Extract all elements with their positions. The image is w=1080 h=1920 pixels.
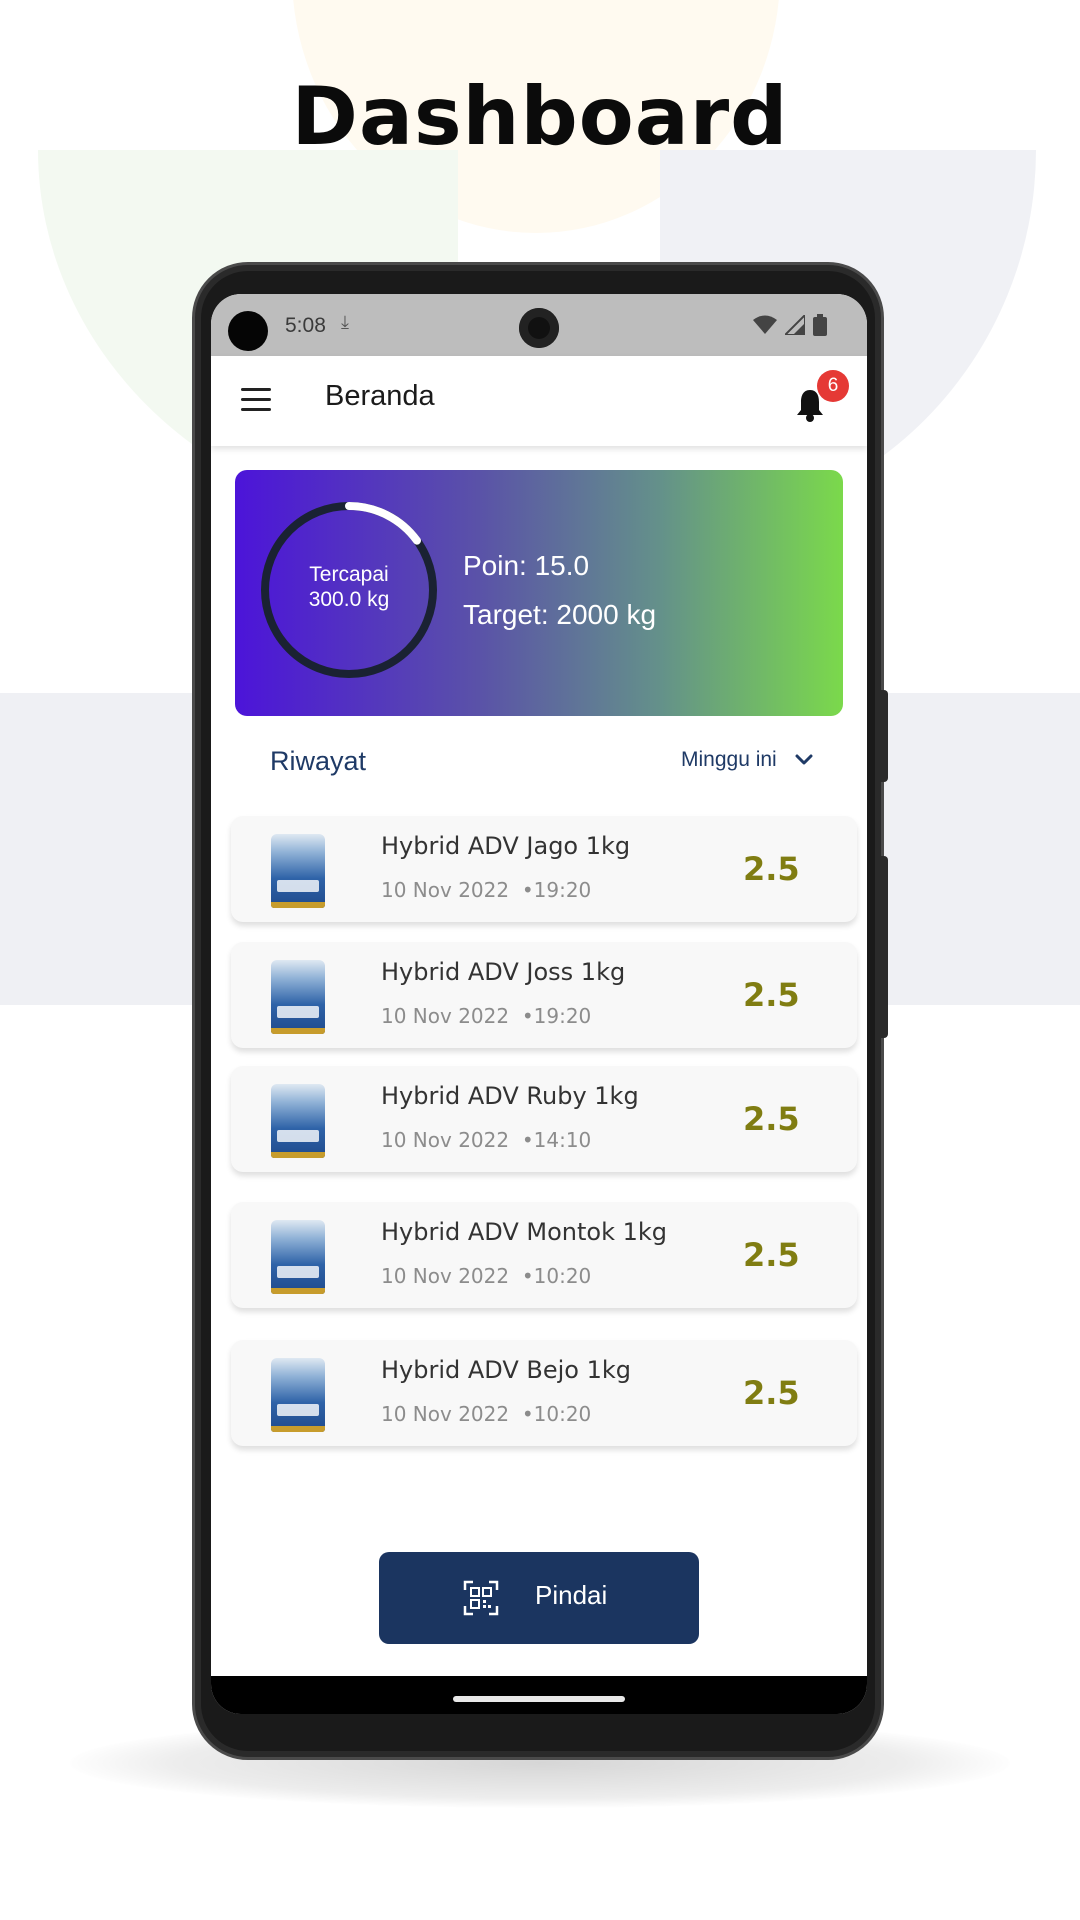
product-pack-image bbox=[271, 1220, 325, 1294]
product-date: 10 Nov 2022 bbox=[381, 1402, 510, 1426]
summary-card: Tercapai 300.0 kg Poin: 15.0 Target: 200… bbox=[235, 470, 843, 716]
product-time: 10:20 bbox=[533, 1402, 592, 1426]
chevron-down-icon bbox=[795, 754, 813, 765]
product-datetime: 10 Nov 2022 •19:20 bbox=[381, 878, 592, 902]
signal-icon bbox=[785, 315, 805, 335]
history-row[interactable]: Hybrid ADV Ruby 1kg 10 Nov 2022 •14:10 2… bbox=[231, 1066, 857, 1172]
status-bar: 5:08 ⤓ bbox=[211, 294, 867, 356]
product-pack-image bbox=[271, 960, 325, 1034]
punch-hole-left bbox=[228, 311, 268, 351]
product-pack-image bbox=[271, 1358, 325, 1432]
product-name: Hybrid ADV Bejo 1kg bbox=[381, 1356, 632, 1384]
product-points: 2.5 bbox=[743, 1374, 800, 1412]
product-name: Hybrid ADV Ruby 1kg bbox=[381, 1082, 639, 1110]
product-datetime: 10 Nov 2022 •10:20 bbox=[381, 1264, 592, 1288]
history-row[interactable]: Hybrid ADV Jago 1kg 10 Nov 2022 •19:20 2… bbox=[231, 816, 857, 922]
scan-button[interactable]: Pindai bbox=[379, 1552, 699, 1644]
phone-side-button bbox=[880, 856, 888, 1038]
history-row[interactable]: Hybrid ADV Bejo 1kg 10 Nov 2022 •10:20 2… bbox=[231, 1340, 857, 1446]
product-name: Hybrid ADV Montok 1kg bbox=[381, 1218, 668, 1246]
notification-badge: 6 bbox=[817, 370, 849, 402]
page-title: Dashboard bbox=[291, 70, 789, 163]
product-date: 10 Nov 2022 bbox=[381, 1264, 510, 1288]
product-pack-image bbox=[271, 834, 325, 908]
qr-scan-icon bbox=[463, 1580, 499, 1616]
history-row[interactable]: Hybrid ADV Joss 1kg 10 Nov 2022 •19:20 2… bbox=[231, 942, 857, 1048]
product-points: 2.5 bbox=[743, 1100, 800, 1138]
wifi-icon bbox=[753, 315, 777, 334]
product-points: 2.5 bbox=[743, 850, 800, 888]
product-points: 2.5 bbox=[743, 1236, 800, 1274]
product-datetime: 10 Nov 2022 •14:10 bbox=[381, 1128, 592, 1152]
period-filter-label: Minggu ini bbox=[681, 748, 777, 771]
product-points: 2.5 bbox=[743, 976, 800, 1014]
product-time: 10:20 bbox=[533, 1264, 592, 1288]
history-header: Riwayat Minggu ini bbox=[211, 732, 867, 792]
points-text: Poin: 15.0 bbox=[463, 550, 590, 581]
period-filter-dropdown[interactable]: Minggu ini bbox=[681, 748, 813, 772]
target-text: Target: 2000 kg bbox=[463, 599, 657, 630]
history-row[interactable]: Hybrid ADV Montok 1kg 10 Nov 2022 •10:20… bbox=[231, 1202, 857, 1308]
phone-side-button bbox=[880, 690, 888, 782]
product-name: Hybrid ADV Joss 1kg bbox=[381, 958, 626, 986]
progress-value: 300.0 kg bbox=[308, 588, 390, 611]
battery-icon bbox=[813, 314, 827, 336]
download-icon: ⤓ bbox=[341, 312, 349, 333]
app-bar: Beranda 6 bbox=[211, 356, 867, 446]
navigation-bar bbox=[211, 1676, 867, 1714]
product-name: Hybrid ADV Jago 1kg bbox=[381, 832, 631, 860]
app-bar-title: Beranda bbox=[325, 380, 435, 412]
product-time: 14:10 bbox=[533, 1128, 592, 1152]
phone-screen: 5:08 ⤓ Beranda 6 Tercapai 300.0 kg Poin:… bbox=[211, 294, 867, 1714]
product-date: 10 Nov 2022 bbox=[381, 878, 510, 902]
progress-caption: Tercapai bbox=[309, 563, 389, 586]
home-gesture-handle[interactable] bbox=[453, 1696, 625, 1702]
status-time: 5:08 bbox=[285, 314, 326, 337]
product-datetime: 10 Nov 2022 •10:20 bbox=[381, 1402, 592, 1426]
product-date: 10 Nov 2022 bbox=[381, 1004, 510, 1028]
hamburger-menu-icon[interactable] bbox=[241, 388, 271, 412]
scan-button-label: Pindai bbox=[535, 1580, 608, 1610]
product-pack-image bbox=[271, 1084, 325, 1158]
product-datetime: 10 Nov 2022 •19:20 bbox=[381, 1004, 592, 1028]
product-time: 19:20 bbox=[533, 1004, 592, 1028]
front-camera bbox=[519, 308, 559, 348]
progress-label: Tercapai 300.0 kg bbox=[259, 562, 439, 612]
product-date: 10 Nov 2022 bbox=[381, 1128, 510, 1152]
status-icons bbox=[753, 314, 827, 336]
product-time: 19:20 bbox=[533, 878, 592, 902]
history-title: Riwayat bbox=[270, 746, 367, 776]
